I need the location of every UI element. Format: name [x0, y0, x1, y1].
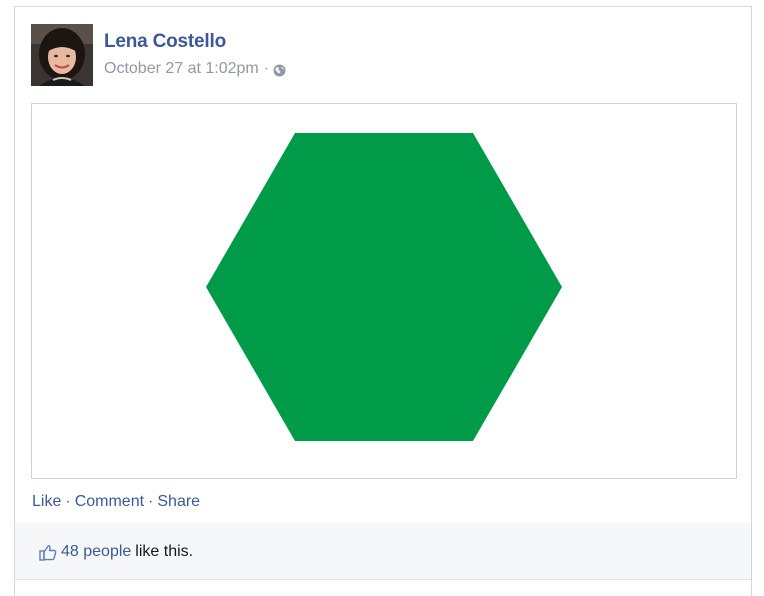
likes-summary: 48 people like this. — [39, 543, 193, 561]
meta-separator: · — [263, 60, 270, 77]
thumbs-up-icon — [39, 544, 57, 561]
author-avatar[interactable] — [31, 24, 93, 86]
like-link[interactable]: Like — [32, 493, 61, 510]
post-meta: October 27 at 1:02pm · — [104, 60, 286, 78]
action-separator: · — [65, 493, 71, 510]
post-timestamp[interactable]: October 27 at 1:02pm — [104, 60, 259, 78]
action-separator: · — [148, 493, 154, 510]
share-link[interactable]: Share — [157, 493, 200, 510]
likes-bar: 48 people like this. — [15, 523, 751, 580]
post-actions: Like · Comment · Share — [32, 493, 200, 511]
globe-icon[interactable] — [273, 64, 286, 77]
post-image[interactable] — [31, 103, 737, 479]
avatar-photo — [31, 24, 93, 86]
comment-link[interactable]: Comment — [75, 493, 144, 510]
post-card: Lena Costello October 27 at 1:02pm · Lik… — [14, 6, 752, 596]
likes-count-link[interactable]: 48 people — [61, 543, 131, 561]
hexagon-shape — [206, 133, 562, 441]
likes-suffix: like this. — [135, 543, 194, 560]
author-name[interactable]: Lena Costello — [104, 31, 226, 53]
